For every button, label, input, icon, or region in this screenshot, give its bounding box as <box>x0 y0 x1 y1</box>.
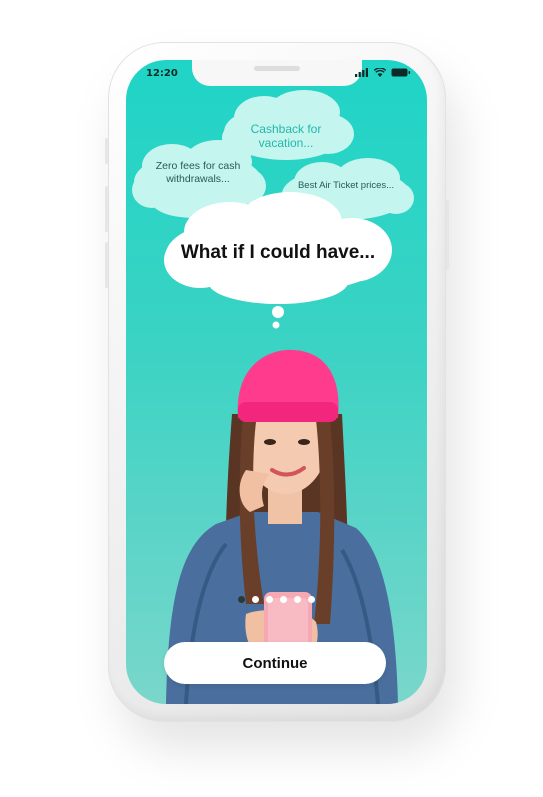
pager-dots <box>126 596 427 603</box>
pager-dot[interactable] <box>308 596 315 603</box>
main-thought-cloud: What if I could have... <box>160 188 396 332</box>
pager-dot[interactable] <box>266 596 273 603</box>
status-icons <box>355 68 411 77</box>
pager-dot[interactable] <box>280 596 287 603</box>
volume-down-button <box>105 242 108 288</box>
wifi-icon <box>374 68 386 77</box>
app-screen: 12:20 Cashback for vacation... Zero fees… <box>126 60 427 704</box>
pager-dot[interactable] <box>252 596 259 603</box>
battery-icon <box>391 68 411 77</box>
zero-fees-text: Zero fees for cash withdrawals... <box>155 160 241 185</box>
pager-dot[interactable] <box>238 596 245 603</box>
volume-up-button <box>105 186 108 232</box>
signal-icon <box>355 68 368 77</box>
continue-button[interactable]: Continue <box>164 642 386 684</box>
pager-dot[interactable] <box>294 596 301 603</box>
status-time: 12:20 <box>146 68 178 79</box>
speaker-grille <box>254 66 300 71</box>
mute-switch <box>105 138 108 164</box>
main-thought-text: What if I could have... <box>180 242 376 263</box>
notch <box>192 60 362 86</box>
power-button <box>446 200 449 270</box>
